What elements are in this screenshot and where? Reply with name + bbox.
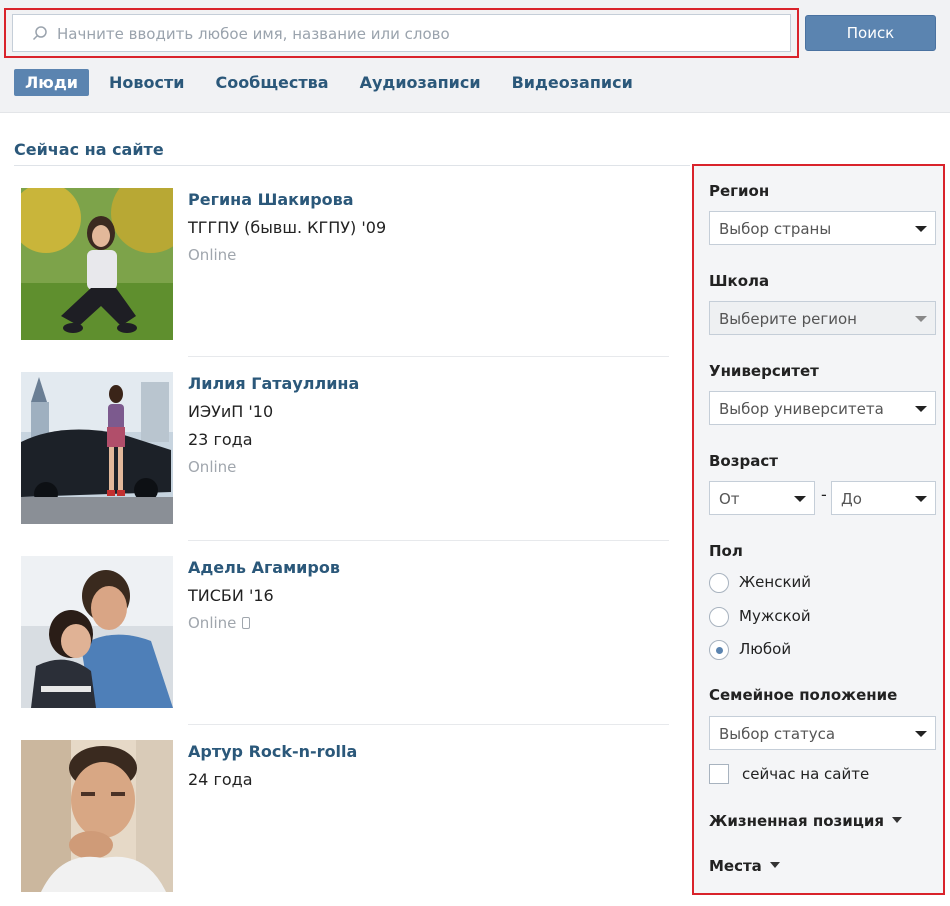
chevron-down-icon bbox=[915, 496, 927, 502]
person-info: ТИСБИ '16 bbox=[188, 586, 274, 605]
tab-communities[interactable]: Сообщества bbox=[215, 73, 328, 92]
age-label: Возраст bbox=[709, 452, 778, 470]
section-title: Сейчас на сайте bbox=[14, 140, 164, 159]
radio-label: Любой bbox=[739, 640, 792, 658]
person-card: Лилия Гатауллина ИЭУиП '10 23 года Onlin… bbox=[21, 372, 669, 556]
caret-down-icon bbox=[769, 862, 780, 868]
person-age: 23 года bbox=[188, 430, 253, 449]
places-expander[interactable]: Места bbox=[709, 857, 780, 875]
region-label: Регион bbox=[709, 182, 770, 200]
search-button[interactable]: Поиск bbox=[805, 15, 936, 51]
search-icon bbox=[32, 26, 47, 41]
tab-news[interactable]: Новости bbox=[109, 73, 184, 92]
caret-down-icon bbox=[891, 817, 902, 823]
person-info: ИЭУиП '10 bbox=[188, 402, 274, 421]
avatar[interactable] bbox=[21, 740, 173, 892]
top-bar: Начните вводить любое имя, название или … bbox=[0, 0, 950, 113]
search-placeholder: Начните вводить любое имя, название или … bbox=[57, 25, 450, 43]
filters-panel: Регион Выбор страны Школа Выберите регио… bbox=[692, 164, 945, 895]
radio-any[interactable] bbox=[709, 640, 729, 660]
age-range-dash: - bbox=[821, 485, 827, 504]
divider bbox=[188, 724, 669, 725]
online-status-text: Online bbox=[188, 614, 237, 632]
online-now-checkbox[interactable] bbox=[709, 764, 729, 784]
age-from-value: От bbox=[719, 490, 740, 508]
region-select[interactable]: Выбор страны bbox=[709, 211, 936, 245]
person-name[interactable]: Регина Шакирова bbox=[188, 190, 386, 209]
search-input[interactable]: Начните вводить любое имя, название или … bbox=[12, 14, 791, 52]
university-select-value: Выбор университета bbox=[719, 400, 884, 418]
region-select-value: Выбор страны bbox=[719, 220, 832, 238]
person-name[interactable]: Артур Rock-n-rolla bbox=[188, 742, 357, 761]
age-to-value: До bbox=[841, 490, 862, 508]
avatar[interactable] bbox=[21, 556, 173, 708]
radio-label: Мужской bbox=[739, 607, 811, 625]
person-name[interactable]: Адель Агамиров bbox=[188, 558, 340, 577]
online-status: Online bbox=[188, 614, 340, 632]
person-card: Адель Агамиров ТИСБИ '16 Online bbox=[21, 556, 669, 740]
online-status: Online bbox=[188, 246, 237, 264]
divider bbox=[188, 356, 669, 357]
marital-select-value: Выбор статуса bbox=[719, 725, 836, 743]
avatar[interactable] bbox=[21, 188, 173, 340]
person-card: Регина Шакирова ТГГПУ (бывш. КГПУ) '09 O… bbox=[21, 188, 669, 372]
tab-people[interactable]: Люди bbox=[14, 68, 89, 96]
avatar[interactable] bbox=[21, 372, 173, 524]
age-from-select[interactable]: От bbox=[709, 481, 815, 515]
chevron-down-icon bbox=[794, 496, 806, 502]
person-name[interactable]: Лилия Гатауллина bbox=[188, 374, 359, 393]
radio-female[interactable] bbox=[709, 573, 729, 593]
divider bbox=[14, 165, 690, 166]
school-label: Школа bbox=[709, 272, 770, 290]
chevron-down-icon bbox=[915, 226, 927, 232]
university-label: Университет bbox=[709, 362, 819, 380]
person-card: Артур Rock-n-rolla 24 года bbox=[21, 740, 669, 906]
life-position-expander[interactable]: Жизненная позиция bbox=[709, 812, 902, 830]
school-select-value: Выберите регион bbox=[719, 310, 857, 328]
person-age: 24 года bbox=[188, 770, 253, 789]
mobile-icon bbox=[242, 617, 251, 629]
places-label: Места bbox=[709, 857, 762, 875]
marital-label: Семейное положение bbox=[709, 686, 898, 704]
life-position-label: Жизненная позиция bbox=[709, 812, 884, 830]
age-to-select[interactable]: До bbox=[831, 481, 936, 515]
search-highlight-frame: Начните вводить любое имя, название или … bbox=[4, 8, 799, 58]
online-status: Online bbox=[188, 458, 237, 476]
radio-male[interactable] bbox=[709, 607, 729, 627]
person-info: ТГГПУ (бывш. КГПУ) '09 bbox=[188, 218, 387, 237]
chevron-down-icon bbox=[915, 316, 927, 322]
tab-audio[interactable]: Аудиозаписи bbox=[360, 73, 481, 92]
marital-select[interactable]: Выбор статуса bbox=[709, 716, 936, 750]
tab-video[interactable]: Видеозаписи bbox=[512, 73, 633, 92]
chevron-down-icon bbox=[915, 731, 927, 737]
school-select[interactable]: Выберите регион bbox=[709, 301, 936, 335]
divider bbox=[188, 540, 669, 541]
radio-label: Женский bbox=[739, 573, 811, 591]
search-tabs: Люди Новости Сообщества Аудиозаписи Виде… bbox=[14, 67, 664, 97]
chevron-down-icon bbox=[915, 406, 927, 412]
university-select[interactable]: Выбор университета bbox=[709, 391, 936, 425]
online-now-label[interactable]: сейчас на сайте bbox=[742, 765, 869, 783]
gender-label: Пол bbox=[709, 542, 743, 560]
